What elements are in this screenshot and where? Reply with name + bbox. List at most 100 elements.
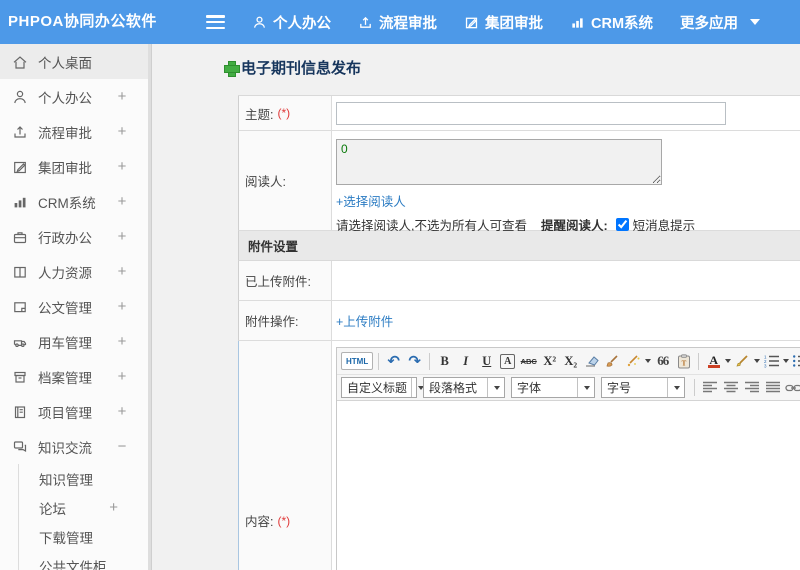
paste-plain-icon[interactable]: T <box>674 351 693 371</box>
uploaded-attachments-value <box>332 261 800 300</box>
expand-plus[interactable]: + <box>116 123 128 140</box>
plus-icon <box>224 60 240 77</box>
sidebar-item-vehicle-mgmt[interactable]: 用车管理 + <box>0 324 148 359</box>
expand-plus[interactable]: + <box>116 88 128 105</box>
knowledge-submenu: 知识管理 论坛 + 下载管理 公共文件柜 <box>18 464 148 570</box>
paragraph-format-select[interactable]: 段落格式 <box>423 377 505 398</box>
bold-button[interactable]: B <box>435 351 454 371</box>
sidebar-item-workflow-approval[interactable]: 流程审批 + <box>0 114 148 149</box>
sidebar-item-hr[interactable]: 人力资源 + <box>0 254 148 289</box>
user-icon <box>252 15 267 30</box>
expand-plus[interactable]: + <box>116 333 128 350</box>
sidebar-item-project-mgmt[interactable]: 项目管理 + <box>0 394 148 429</box>
select-readers-link[interactable]: +选择阅读人 <box>336 191 406 210</box>
sms-checkbox[interactable] <box>615 218 629 231</box>
html-source-button[interactable]: HTML <box>341 352 374 370</box>
hamburger-icon[interactable] <box>206 15 225 29</box>
align-left-icon[interactable] <box>700 378 719 398</box>
sidebar: 个人桌面 个人办公 + 流程审批 + 集团审批 + CRM系统 + 行政办公 +… <box>0 44 148 570</box>
heading-select[interactable]: 自定义标题 <box>341 377 425 398</box>
toolbar-separator <box>429 352 431 370</box>
submenu-item-public-file-cabinet[interactable]: 公共文件柜 <box>19 551 148 570</box>
sidebar-item-personal-desktop[interactable]: 个人桌面 <box>0 44 148 79</box>
submenu-item-download-mgmt[interactable]: 下载管理 <box>19 522 148 551</box>
highlight-dropdown[interactable] <box>733 351 761 371</box>
sidebar-scrollbar[interactable] <box>148 44 152 570</box>
content-label: 内容: (*) <box>239 341 332 570</box>
readers-row: 阅读人: 0 +选择阅读人 请选择阅读人,不选为所有人可查看 提醒阅读人: 短消… <box>238 131 800 233</box>
sidebar-item-knowledge-exchange[interactable]: 知识交流 − <box>0 429 148 464</box>
font-family-select[interactable]: 字体 <box>511 377 595 398</box>
subject-input[interactable] <box>336 101 726 125</box>
align-right-icon[interactable] <box>742 378 761 398</box>
align-center-icon[interactable] <box>721 378 740 398</box>
link-icon[interactable] <box>784 378 800 398</box>
caret-down-icon <box>754 359 761 363</box>
underline-button[interactable]: U <box>477 351 496 371</box>
page-title: 电子期刊信息发布 <box>224 57 361 78</box>
undo-icon[interactable]: ↶ <box>384 351 403 371</box>
char-border-button[interactable]: A <box>500 353 516 369</box>
editor-content-area[interactable] <box>337 400 800 570</box>
nav-crm[interactable]: CRM系统 <box>570 12 653 33</box>
font-color-dropdown[interactable]: A <box>704 351 732 371</box>
uploaded-attachments-row: 已上传附件: <box>238 261 800 301</box>
redo-icon[interactable]: ↷ <box>405 351 424 371</box>
collapse-minus[interactable]: − <box>116 438 128 455</box>
nav-group-approval[interactable]: 集团审批 <box>464 12 543 33</box>
submenu-item-forum[interactable]: 论坛 + <box>19 493 148 522</box>
expand-plus[interactable]: + <box>116 193 128 210</box>
sidebar-item-group-approval[interactable]: 集团审批 + <box>0 149 148 184</box>
expand-plus[interactable]: + <box>116 228 128 245</box>
rich-text-editor: HTML ↶ ↷ B I U A ABC X² X₂ 66 T A 1 2 3 … <box>336 347 800 570</box>
eraser-icon[interactable] <box>582 351 601 371</box>
chat-icon <box>12 439 28 455</box>
sidebar-item-personal-office[interactable]: 个人办公 + <box>0 79 148 114</box>
expand-plus[interactable]: + <box>116 298 128 315</box>
sidebar-item-admin-office[interactable]: 行政办公 + <box>0 219 148 254</box>
font-size-select[interactable]: 字号 <box>601 377 685 398</box>
superscript-button[interactable]: X² <box>540 351 559 371</box>
readers-textarea[interactable]: 0 <box>336 139 662 185</box>
ordered-list-dropdown[interactable]: 123 <box>762 351 790 371</box>
expand-plus[interactable]: + <box>116 263 128 280</box>
expand-plus[interactable]: + <box>116 158 128 175</box>
briefcase-icon <box>12 229 28 245</box>
format-brush-icon[interactable] <box>603 351 622 371</box>
ordered-list-icon: 123 <box>762 351 781 371</box>
caret-down-icon <box>577 378 594 397</box>
attachment-ops-label: 附件操作: <box>239 301 332 340</box>
top-navigation: 个人办公 流程审批 集团审批 CRM系统 更多应用 <box>252 0 761 44</box>
required-mark: (*) <box>277 513 291 528</box>
archive-icon <box>12 369 28 385</box>
nav-workflow-approval[interactable]: 流程审批 <box>358 12 437 33</box>
svg-text:3: 3 <box>764 364 767 369</box>
strikethrough-button[interactable]: ABC <box>519 351 538 371</box>
align-justify-icon[interactable] <box>763 378 782 398</box>
flow-icon <box>358 15 373 30</box>
blockquote-button[interactable]: 66 <box>653 351 672 371</box>
toolbar-separator <box>378 352 380 370</box>
sidebar-item-archive-mgmt[interactable]: 档案管理 + <box>0 359 148 394</box>
upload-attachment-link[interactable]: +上传附件 <box>336 311 393 330</box>
user-icon <box>12 89 28 105</box>
nav-personal-office[interactable]: 个人办公 <box>252 12 331 33</box>
subscript-button[interactable]: X₂ <box>561 351 580 371</box>
subject-label: 主题: (*) <box>239 96 332 130</box>
required-mark: (*) <box>277 106 291 120</box>
expand-plus[interactable]: + <box>116 368 128 385</box>
quick-format-icon <box>624 351 643 371</box>
sidebar-item-document-mgmt[interactable]: 公文管理 + <box>0 289 148 324</box>
expand-plus[interactable]: + <box>116 403 128 420</box>
caret-down-icon <box>645 359 652 363</box>
nav-more-apps[interactable]: 更多应用 <box>680 12 761 33</box>
expand-plus[interactable]: + <box>109 499 118 516</box>
italic-button[interactable]: I <box>456 351 475 371</box>
car-icon <box>12 334 28 350</box>
unordered-list-icon[interactable] <box>791 351 800 371</box>
edit-icon <box>12 159 28 175</box>
quick-format-dropdown[interactable] <box>624 351 652 371</box>
notebook-icon <box>12 404 28 420</box>
submenu-item-knowledge-mgmt[interactable]: 知识管理 <box>19 464 148 493</box>
sidebar-item-crm[interactable]: CRM系统 + <box>0 184 148 219</box>
